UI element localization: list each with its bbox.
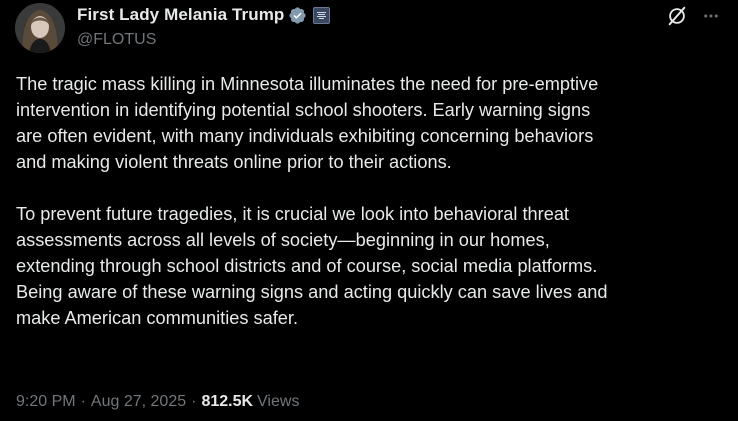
tweet-meta: 9:20 PM · Aug 27, 2025 · 812.5K Views — [16, 393, 299, 411]
verified-badge-icon[interactable] — [288, 6, 307, 25]
meta-separator: · — [80, 393, 86, 410]
views-count[interactable]: 812.5K — [201, 393, 253, 411]
tweet-date[interactable]: Aug 27, 2025 — [91, 393, 186, 411]
handle[interactable]: @FLOTUS — [77, 31, 330, 49]
avatar-image — [15, 3, 65, 53]
tweet-time[interactable]: 9:20 PM — [16, 393, 76, 411]
tweet-text-line: assessments across all levels of society… — [16, 230, 550, 250]
government-affiliate-badge-icon[interactable] — [313, 6, 331, 24]
tweet-text-line: Being aware of these warning signs and a… — [16, 282, 608, 302]
display-name[interactable]: First Lady Melania Trump — [77, 5, 284, 25]
tweet-text-line: intervention in identifying potential sc… — [16, 100, 591, 120]
grok-icon[interactable] — [664, 3, 690, 29]
tweet: First Lady Melania Trump @FLOTUS The tra… — [0, 0, 738, 421]
name-row: First Lady Melania Trump — [77, 3, 331, 27]
views-label: Views — [257, 393, 300, 410]
tweet-text-line: are often evident, with many individuals… — [16, 126, 594, 146]
tweet-text-line: To prevent future tragedies, it is cruci… — [16, 204, 569, 224]
tweet-text: The tragic mass killing in Minnesota ill… — [16, 71, 728, 331]
meta-separator: · — [191, 393, 197, 410]
tweet-text-line: make American communities safer. — [16, 308, 299, 328]
tweet-text-line: The tragic mass killing in Minnesota ill… — [16, 74, 599, 94]
author-block: First Lady Melania Trump @FLOTUS — [77, 3, 331, 49]
avatar[interactable] — [15, 3, 65, 53]
more-options-icon[interactable] — [698, 3, 724, 29]
tweet-text-line: and making violent threats online prior … — [16, 152, 452, 172]
tweet-text-line: extending through school districts and o… — [16, 256, 598, 276]
